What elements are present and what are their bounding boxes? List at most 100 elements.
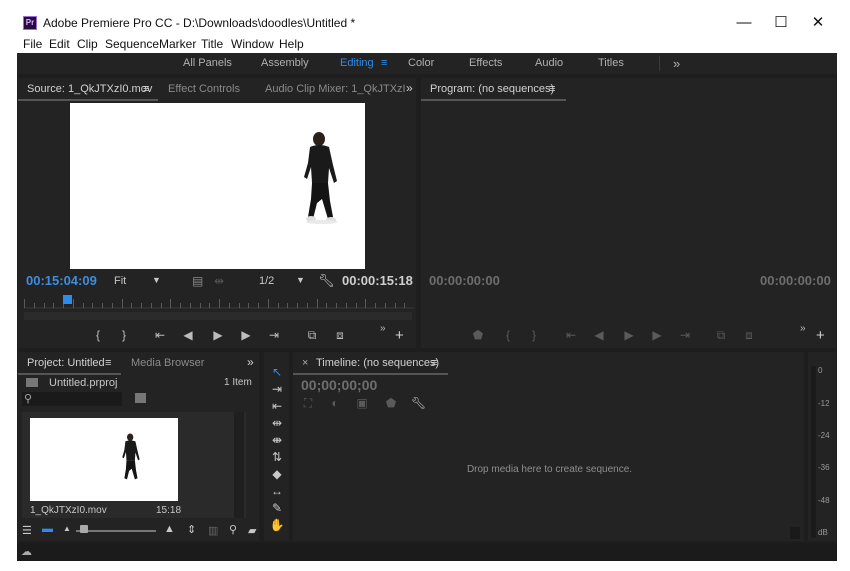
source-menu-icon[interactable]: ≡ xyxy=(143,83,149,95)
automate-to-sequence-icon[interactable]: ▥ xyxy=(208,524,218,537)
source-time-ruler[interactable] xyxy=(24,295,414,309)
program-step-forward-icon[interactable]: ▶ xyxy=(649,328,665,342)
tab-media-browser[interactable]: Media Browser xyxy=(131,357,204,369)
play-icon[interactable]: ▶ xyxy=(210,328,226,342)
find-icon[interactable]: ⚲ xyxy=(229,523,237,536)
go-to-in-icon[interactable]: ⇤ xyxy=(152,328,168,342)
maximize-button[interactable]: ☐ xyxy=(762,11,800,36)
close-button[interactable]: ✕ xyxy=(799,11,837,36)
step-back-icon[interactable]: ◀ xyxy=(180,328,196,342)
workspace-all-panels[interactable]: All Panels xyxy=(183,57,232,69)
slide-tool-icon[interactable]: ↔ xyxy=(265,483,289,499)
tab-project[interactable]: Project: Untitled xyxy=(27,357,105,369)
thumbnail-size-slider[interactable] xyxy=(76,530,156,532)
sort-icon[interactable]: ⇕ xyxy=(187,523,196,536)
timeline-close-icon[interactable]: × xyxy=(302,357,308,369)
source-timecode-in[interactable]: 00:15:04:09 xyxy=(26,273,97,288)
minimize-button[interactable]: — xyxy=(725,11,763,36)
program-timecode-left[interactable]: 00:00:00:00 xyxy=(429,273,500,288)
source-zoom-select[interactable]: Fit xyxy=(114,275,126,287)
workspace-titles[interactable]: Titles xyxy=(598,57,624,69)
settings-wrench-icon[interactable]: 🔧︎ xyxy=(318,273,335,289)
mark-out-icon[interactable]: } xyxy=(116,328,132,342)
timeline-timecode[interactable]: 00;00;00;00 xyxy=(301,377,377,393)
project-bin-area[interactable]: 1_QkJTXzI0.mov 15:18 xyxy=(22,412,246,518)
menu-window[interactable]: Window xyxy=(231,37,274,51)
creative-cloud-sync-icon[interactable]: ☁ xyxy=(21,545,32,558)
track-select-tool-icon[interactable]: ⇥ xyxy=(265,381,289,397)
new-bin-icon[interactable]: ▰ xyxy=(248,524,256,537)
menu-help[interactable]: Help xyxy=(279,37,304,51)
program-menu-icon[interactable]: ≡ xyxy=(549,83,555,95)
rolling-edit-tool-icon[interactable]: ⇹ xyxy=(265,415,289,431)
new-bin-from-search-icon[interactable] xyxy=(135,393,146,403)
timeline-scrollbar[interactable] xyxy=(790,527,800,539)
menu-clip[interactable]: Clip xyxy=(77,37,98,51)
menu-edit[interactable]: Edit xyxy=(49,37,70,51)
slip-tool-icon[interactable]: ◆ xyxy=(265,466,289,482)
menu-file[interactable]: File xyxy=(23,37,42,51)
program-add-button-icon[interactable]: + xyxy=(816,327,825,344)
program-more-buttons-icon[interactable]: » xyxy=(800,323,806,334)
source-add-button-icon[interactable]: + xyxy=(395,327,404,344)
menu-marker[interactable]: Marker xyxy=(159,37,196,51)
timeline-settings-wrench-icon[interactable]: 🔧︎ xyxy=(411,396,426,410)
hand-tool-icon[interactable]: ✋ xyxy=(265,517,289,533)
source-video-frame[interactable] xyxy=(70,103,365,269)
program-step-back-icon[interactable]: ◀ xyxy=(591,328,607,342)
workspace-assembly[interactable]: Assembly xyxy=(261,57,309,69)
workspace-effects[interactable]: Effects xyxy=(469,57,502,69)
program-go-to-in-icon[interactable]: ⇤ xyxy=(563,328,579,342)
workspace-editing[interactable]: Editing xyxy=(340,57,374,69)
mark-in-icon[interactable]: { xyxy=(90,328,106,342)
tab-timeline[interactable]: Timeline: (no sequences) xyxy=(316,357,439,369)
linked-selection-icon[interactable]: ◐ xyxy=(327,396,343,410)
source-more-buttons-icon[interactable]: » xyxy=(380,323,386,334)
resolution-chevron-down-icon[interactable]: ▼ xyxy=(296,275,305,285)
menu-title[interactable]: Title xyxy=(201,37,223,51)
project-menu-icon[interactable]: ≡ xyxy=(105,357,111,369)
export-frame-icon[interactable]: ▤ xyxy=(192,274,203,288)
source-overflow-icon[interactable]: » xyxy=(406,81,413,95)
go-to-out-icon[interactable]: ⇥ xyxy=(266,328,282,342)
source-playhead[interactable] xyxy=(62,295,72,304)
program-go-to-out-icon[interactable]: ⇥ xyxy=(677,328,693,342)
program-marker-icon[interactable]: ⬟ xyxy=(470,328,486,342)
tab-program[interactable]: Program: (no sequences) xyxy=(430,83,554,95)
source-resolution-select[interactable]: 1/2 xyxy=(259,275,274,287)
icon-view-icon[interactable]: ▬ xyxy=(42,523,53,535)
clip-thumbnail[interactable] xyxy=(30,418,178,501)
source-zoom-scrollbar[interactable] xyxy=(24,312,412,320)
extract-icon[interactable]: ⧈ xyxy=(741,328,757,343)
marker-icon[interactable]: ⬟ xyxy=(383,396,399,410)
snap-icon[interactable]: ⛶ xyxy=(300,396,316,411)
tab-effect-controls[interactable]: Effect Controls xyxy=(168,83,240,95)
ripple-edit-tool-icon[interactable]: ⇤ xyxy=(265,398,289,414)
workspace-color[interactable]: Color xyxy=(408,57,434,69)
zoom-chevron-down-icon[interactable]: ▼ xyxy=(152,275,161,285)
project-scrollbar[interactable] xyxy=(234,412,244,518)
selection-tool-icon[interactable]: ↖ xyxy=(265,364,289,380)
project-overflow-icon[interactable]: » xyxy=(247,355,254,369)
razor-tool-icon[interactable]: ⇅ xyxy=(265,449,289,465)
lift-icon[interactable]: ⧉ xyxy=(713,328,729,343)
insert-icon[interactable]: ⧉ xyxy=(304,328,320,343)
workspace-overflow-icon[interactable]: » xyxy=(673,56,680,71)
project-search-input[interactable] xyxy=(22,392,122,406)
step-forward-icon[interactable]: ▶ xyxy=(238,328,254,342)
program-mark-out-icon[interactable]: } xyxy=(526,328,542,342)
workspace-audio[interactable]: Audio xyxy=(535,57,563,69)
add-marker-icon[interactable]: ▣ xyxy=(354,396,370,410)
tab-audio-clip-mixer[interactable]: Audio Clip Mixer: 1_QkJTXzI xyxy=(265,83,406,95)
timeline-menu-icon[interactable]: ≡ xyxy=(431,357,437,369)
list-view-icon[interactable]: ☰ xyxy=(22,524,32,537)
program-play-icon[interactable]: ▶ xyxy=(621,328,637,342)
rate-stretch-tool-icon[interactable]: ⇼ xyxy=(265,432,289,448)
workspace-menu-icon[interactable]: ≡ xyxy=(381,57,387,69)
overwrite-icon[interactable]: ⧈ xyxy=(332,328,348,343)
program-mark-in-icon[interactable]: { xyxy=(500,328,516,342)
thumbnail-slider-handle[interactable] xyxy=(80,525,88,533)
pen-tool-icon[interactable]: ✎ xyxy=(265,500,289,516)
menu-sequence[interactable]: Sequence xyxy=(105,37,159,51)
tab-source[interactable]: Source: 1_QkJTXzI0.mov xyxy=(27,83,152,95)
